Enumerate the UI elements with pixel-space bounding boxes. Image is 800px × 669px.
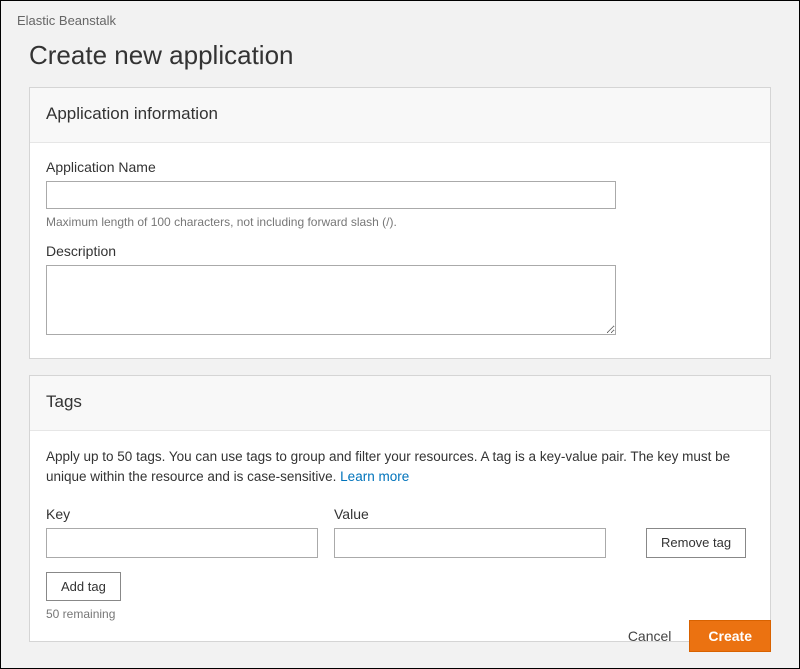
description-group: Description	[46, 243, 754, 338]
tag-key-col: Key	[46, 506, 318, 558]
create-button[interactable]: Create	[689, 620, 771, 652]
tags-description: Apply up to 50 tags. You can use tags to…	[46, 447, 754, 488]
add-tag-button[interactable]: Add tag	[46, 572, 121, 601]
application-name-input[interactable]	[46, 181, 616, 209]
tags-body: Apply up to 50 tags. You can use tags to…	[30, 431, 770, 641]
app-window: Elastic Beanstalk Create new application…	[0, 0, 800, 669]
tag-value-input[interactable]	[334, 528, 606, 558]
tag-key-input[interactable]	[46, 528, 318, 558]
application-name-group: Application Name Maximum length of 100 c…	[46, 159, 754, 229]
tag-key-label: Key	[46, 506, 318, 522]
description-label: Description	[46, 243, 754, 259]
application-name-helper: Maximum length of 100 characters, not in…	[46, 215, 754, 229]
breadcrumb[interactable]: Elastic Beanstalk	[1, 1, 799, 36]
add-tag-wrap: Add tag	[46, 572, 754, 601]
tag-value-col: Value	[334, 506, 606, 558]
tag-row: Key Value Remove tag	[46, 506, 754, 558]
application-info-header: Application information	[30, 88, 770, 143]
remove-tag-button[interactable]: Remove tag	[646, 528, 746, 558]
cancel-button[interactable]: Cancel	[628, 628, 672, 644]
application-info-panel: Application information Application Name…	[29, 87, 771, 359]
application-name-label: Application Name	[46, 159, 754, 175]
tags-panel: Tags Apply up to 50 tags. You can use ta…	[29, 375, 771, 642]
tags-remaining: 50 remaining	[46, 607, 754, 621]
page-title: Create new application	[1, 36, 799, 87]
application-info-body: Application Name Maximum length of 100 c…	[30, 143, 770, 358]
description-input[interactable]	[46, 265, 616, 335]
footer-actions: Cancel Create	[628, 620, 771, 652]
learn-more-link[interactable]: Learn more	[340, 469, 409, 484]
tag-value-label: Value	[334, 506, 606, 522]
tags-header: Tags	[30, 376, 770, 431]
